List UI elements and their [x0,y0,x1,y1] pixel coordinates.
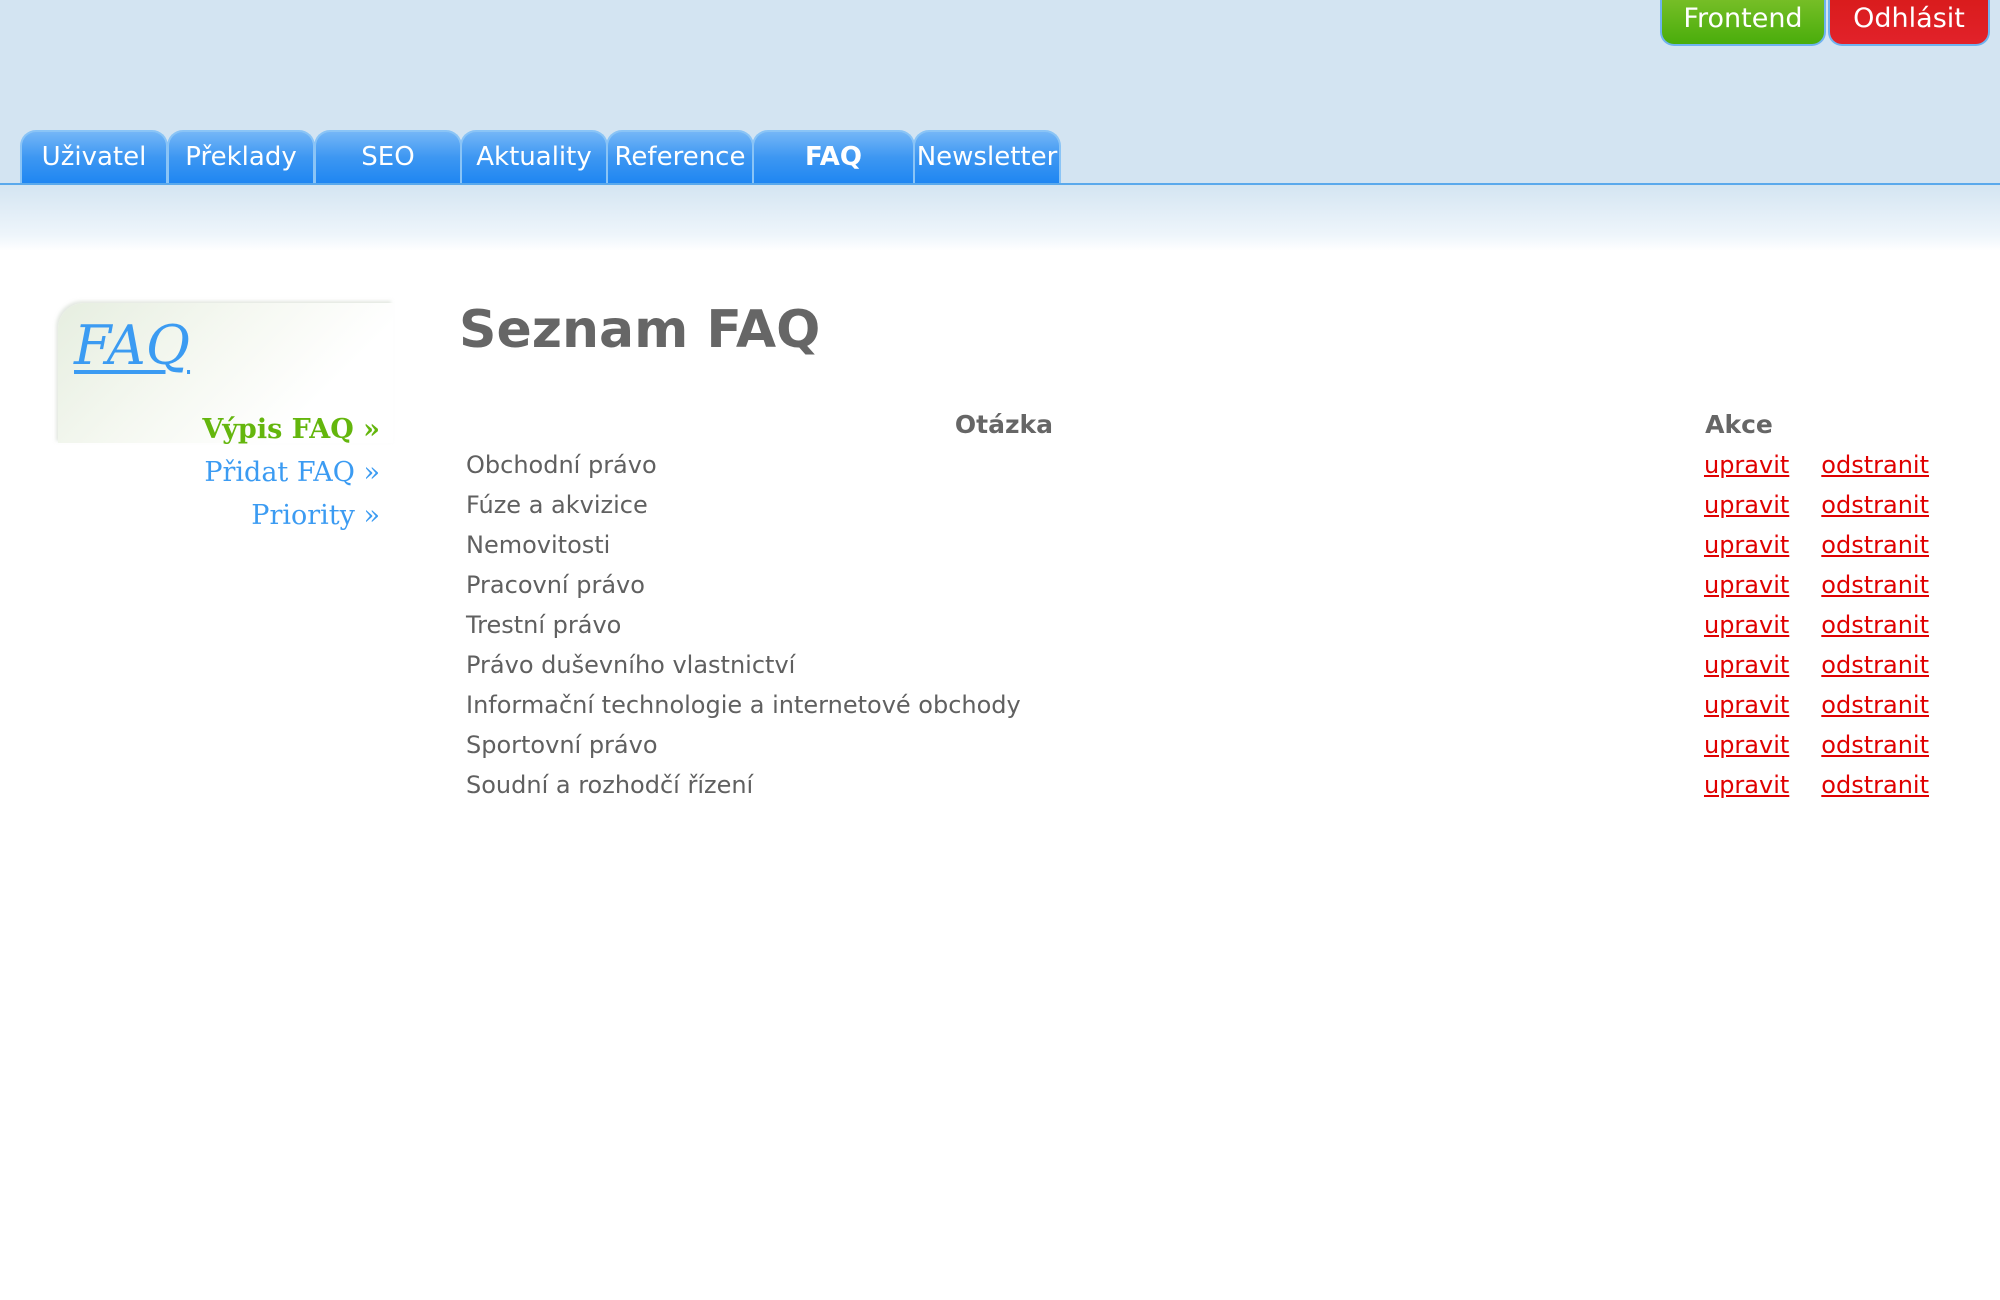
faq-actions: upravit odstranit [1549,645,1929,685]
edit-link[interactable]: upravit [1704,451,1789,479]
faq-actions: upravit odstranit [1549,485,1929,525]
delete-link[interactable]: odstranit [1821,611,1929,639]
delete-link[interactable]: odstranit [1821,571,1929,599]
faq-question: Právo duševního vlastnictví [466,651,796,679]
frontend-button[interactable]: Frontend [1660,0,1826,46]
edit-link[interactable]: upravit [1704,611,1789,639]
faq-table: Otázka Akce Obchodní právo upravit odstran… [459,403,1929,805]
sidebar-item-vypis-faq[interactable]: Výpis FAQ » [100,408,380,451]
table-row: Obchodní právo upravit odstranit [459,445,1929,485]
faq-actions: upravit odstranit [1549,605,1929,645]
delete-link[interactable]: odstranit [1821,491,1929,519]
edit-link[interactable]: upravit [1704,491,1789,519]
edit-link[interactable]: upravit [1704,771,1789,799]
faq-question: Soudní a rozhodčí řízení [466,771,754,799]
tab-preklady[interactable]: Překlady [167,130,315,183]
table-row: Nemovitosti upravit odstranit [459,525,1929,565]
edit-link[interactable]: upravit [1704,531,1789,559]
faq-question: Nemovitosti [466,531,611,559]
column-header-question: Otázka [954,409,1054,439]
delete-link[interactable]: odstranit [1821,731,1929,759]
logout-button[interactable]: Odhlásit [1828,0,1990,46]
faq-question: Fúze a akvizice [466,491,648,519]
table-row: Trestní právo upravit odstranit [459,605,1929,645]
delete-link[interactable]: odstranit [1821,451,1929,479]
tab-newsletter[interactable]: Newsletter [913,130,1061,183]
faq-actions: upravit odstranit [1549,765,1929,805]
delete-link[interactable]: odstranit [1821,771,1929,799]
sidebar-item-priority[interactable]: Priority » [100,494,380,537]
faq-question: Obchodní právo [466,451,657,479]
edit-link[interactable]: upravit [1704,651,1789,679]
table-row: Fúze a akvizice upravit odstranit [459,485,1929,525]
table-header-row: Otázka Akce [459,403,1929,445]
table-row: Informační technologie a internetové obc… [459,685,1929,725]
faq-actions: upravit odstranit [1549,725,1929,765]
sidebar-menu: Výpis FAQ » Přidat FAQ » Priority » [100,408,380,537]
page-title: Seznam FAQ [459,300,821,360]
table-row: Sportovní právo upravit odstranit [459,725,1929,765]
tab-reference[interactable]: Reference [606,130,754,183]
faq-question: Sportovní právo [466,731,658,759]
header-fade [0,185,2000,251]
edit-link[interactable]: upravit [1704,691,1789,719]
edit-link[interactable]: upravit [1704,571,1789,599]
faq-actions: upravit odstranit [1549,565,1929,605]
table-row: Soudní a rozhodčí řízení upravit odstranit [459,765,1929,805]
tab-faq[interactable]: FAQ [752,130,915,183]
faq-question: Trestní právo [466,611,622,639]
faq-actions: upravit odstranit [1549,445,1929,485]
sidebar-item-pridat-faq[interactable]: Přidat FAQ » [100,451,380,494]
faq-actions: upravit odstranit [1549,525,1929,565]
faq-actions: upravit odstranit [1549,685,1929,725]
tab-seo[interactable]: SEO [314,130,462,183]
tab-aktuality[interactable]: Aktuality [460,130,608,183]
delete-link[interactable]: odstranit [1821,691,1929,719]
sidebar-title[interactable]: FAQ [74,314,190,377]
edit-link[interactable]: upravit [1704,731,1789,759]
delete-link[interactable]: odstranit [1821,531,1929,559]
delete-link[interactable]: odstranit [1821,651,1929,679]
table-row: Pracovní právo upravit odstranit [459,565,1929,605]
column-header-actions: Akce [1705,409,1773,439]
table-row: Právo duševního vlastnictví upravit odstra… [459,645,1929,685]
header: Frontend Odhlásit Uživatel Překlady SEO … [0,0,2000,185]
tab-uzivatel[interactable]: Uživatel [20,130,168,183]
faq-question: Pracovní právo [466,571,645,599]
faq-question: Informační technologie a internetové obc… [466,691,1021,719]
